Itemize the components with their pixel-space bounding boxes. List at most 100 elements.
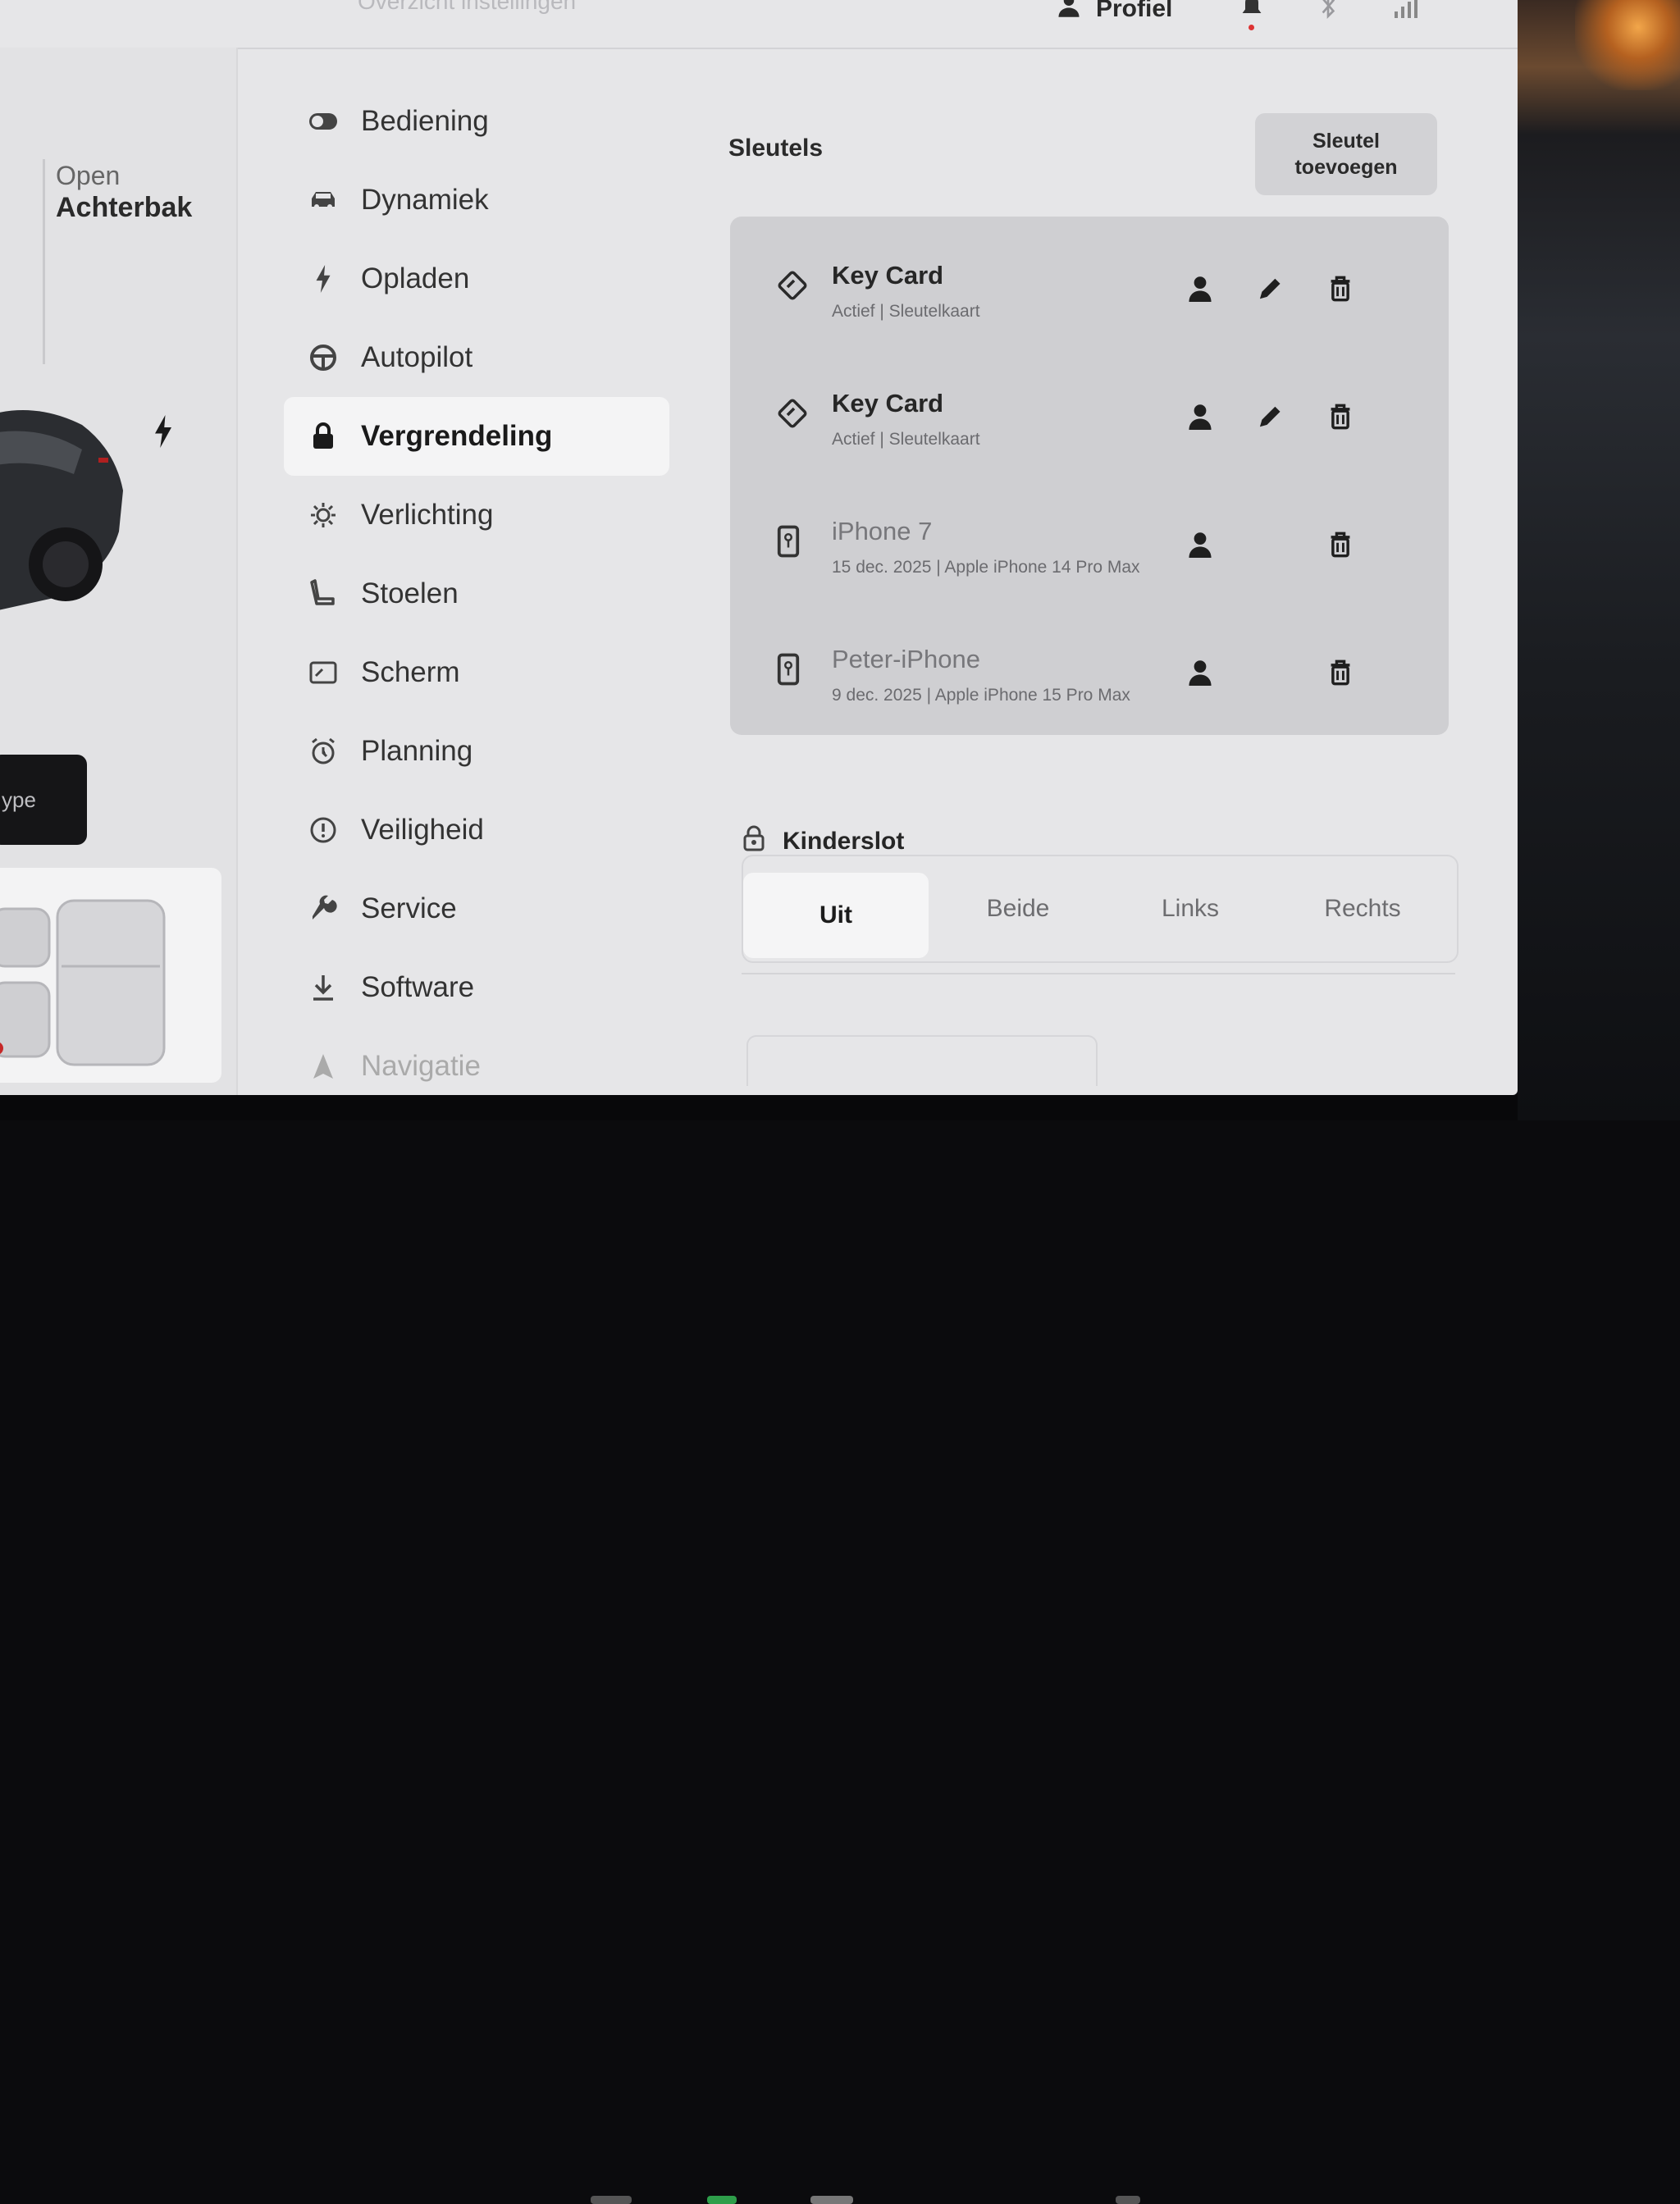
wrench-icon — [308, 894, 338, 924]
add-key-label-line1: Sleutel — [1312, 130, 1380, 153]
keycard-icon — [776, 397, 809, 434]
key-name: Peter-iPhone — [832, 645, 980, 673]
trash-icon[interactable] — [1329, 276, 1352, 306]
menu-label: Stoelen — [361, 577, 459, 609]
settings-menu: Bediening Dynamiek Opladen Autopilot Ver… — [284, 82, 669, 1095]
menu-item-opladen[interactable]: Opladen — [284, 240, 669, 318]
top-bar: Overzicht instellingen Profiel — [236, 0, 1518, 49]
trash-icon[interactable] — [1329, 532, 1352, 562]
divider — [43, 159, 45, 364]
light-glare — [1575, 0, 1680, 90]
key-row[interactable]: Key Card Actief | Sleutelkaart — [730, 217, 1449, 340]
alert-dot — [1249, 25, 1254, 30]
menu-label: Software — [361, 971, 475, 1003]
add-key-label-line2: toevoegen — [1294, 156, 1398, 179]
profile-button[interactable]: Profiel — [1057, 0, 1172, 25]
seat-icon — [308, 579, 338, 609]
profile-label: Profiel — [1096, 0, 1173, 22]
steering-wheel-icon — [308, 343, 338, 372]
background-scene — [1518, 0, 1680, 1120]
edit-pencil-icon[interactable] — [1257, 404, 1281, 434]
key-subtitle: 9 dec. 2025 | Apple iPhone 15 Pro Max — [832, 686, 1130, 705]
menu-label: Navigatie — [361, 1050, 481, 1082]
trash-icon[interactable] — [1329, 404, 1352, 434]
person-icon — [1057, 0, 1081, 25]
bolt-icon — [308, 264, 338, 294]
car-status-panel: Open Achterbak ype — [0, 48, 238, 1095]
add-key-button[interactable]: Sleutel toevoegen — [1255, 113, 1437, 195]
notification-bell-icon[interactable] — [1240, 0, 1263, 30]
alert-circle-icon — [308, 815, 338, 845]
trunk-label[interactable]: Achterbak — [56, 192, 192, 224]
trunk-open-label[interactable]: Open — [56, 161, 120, 191]
dock-item[interactable] — [591, 2196, 632, 2204]
navigation-icon — [308, 1052, 338, 1081]
trash-icon[interactable] — [1329, 659, 1352, 690]
child-lock-title: Kinderslot — [743, 825, 904, 858]
menu-label: Scherm — [361, 656, 460, 688]
dock-item[interactable] — [707, 2196, 737, 2204]
bluetooth-icon[interactable] — [1319, 0, 1337, 24]
dock-item[interactable] — [810, 2196, 853, 2204]
partial-control[interactable] — [746, 1035, 1098, 1086]
child-lock-option-beide[interactable]: Beide — [932, 856, 1104, 961]
download-icon — [308, 973, 338, 1002]
menu-item-stoelen[interactable]: Stoelen — [284, 554, 669, 633]
child-lock-icon — [743, 825, 765, 858]
menu-item-dynamiek[interactable]: Dynamiek — [284, 161, 669, 240]
menu-label: Bediening — [361, 105, 489, 137]
car-image — [0, 367, 131, 650]
menu-item-veiligheid[interactable]: Veiligheid — [284, 791, 669, 869]
keycard-icon — [776, 269, 809, 306]
menu-label: Dynamiek — [361, 184, 489, 216]
child-lock-segmented-control: Uit Beide Links Rechts — [742, 855, 1459, 963]
menu-item-verlichting[interactable]: Verlichting — [284, 476, 669, 554]
child-lock-label: Kinderslot — [783, 828, 905, 855]
menu-label: Autopilot — [361, 341, 473, 373]
key-row[interactable]: iPhone 7 15 dec. 2025 | Apple iPhone 14 … — [730, 472, 1449, 595]
section-divider — [742, 973, 1455, 974]
child-lock-option-rechts[interactable]: Rechts — [1276, 856, 1449, 961]
assign-driver-icon[interactable] — [1188, 276, 1212, 306]
menu-label: Opladen — [361, 262, 470, 294]
touchscreen: Overzicht instellingen Profiel Open Acht… — [0, 0, 1518, 1095]
menu-item-vergrendeling[interactable]: Vergrendeling — [284, 397, 669, 476]
type-button[interactable]: ype — [0, 755, 87, 845]
assign-driver-icon[interactable] — [1188, 532, 1212, 562]
assign-driver-icon[interactable] — [1188, 404, 1212, 434]
menu-label: Planning — [361, 735, 473, 767]
volume-icon[interactable] — [1116, 2196, 1140, 2204]
menu-item-planning[interactable]: Planning — [284, 712, 669, 791]
menu-item-navigatie[interactable]: Navigatie — [284, 1027, 669, 1095]
light-icon — [308, 500, 338, 530]
key-subtitle: 15 dec. 2025 | Apple iPhone 14 Pro Max — [832, 558, 1140, 577]
car-icon — [308, 185, 338, 215]
child-lock-option-links[interactable]: Links — [1104, 856, 1276, 961]
breadcrumb[interactable]: Overzicht instellingen — [358, 0, 576, 15]
menu-item-autopilot[interactable]: Autopilot — [284, 318, 669, 397]
child-lock-option-uit[interactable]: Uit — [743, 873, 929, 958]
key-row[interactable]: Key Card Actief | Sleutelkaart — [730, 345, 1449, 468]
assign-driver-icon[interactable] — [1188, 659, 1212, 690]
menu-label: Verlichting — [361, 499, 494, 531]
menu-item-bediening[interactable]: Bediening — [284, 82, 669, 161]
lock-icon — [308, 422, 338, 451]
menu-label: Vergrendeling — [361, 420, 553, 452]
charging-bolt-icon — [153, 415, 174, 452]
phone-key-icon — [776, 525, 801, 562]
alarm-clock-icon — [308, 737, 338, 766]
menu-item-software[interactable]: Software — [284, 948, 669, 1027]
menu-label: Service — [361, 892, 457, 924]
phone-key-icon — [776, 653, 801, 690]
key-row[interactable]: Peter-iPhone 9 dec. 2025 | Apple iPhone … — [730, 600, 1449, 723]
menu-item-service[interactable]: Service — [284, 869, 669, 948]
menu-item-scherm[interactable]: Scherm — [284, 633, 669, 712]
edit-pencil-icon[interactable] — [1257, 276, 1281, 306]
key-name: Key Card — [832, 261, 944, 290]
key-name: iPhone 7 — [832, 517, 933, 545]
keys-title: Sleutels — [728, 135, 824, 162]
seat-map[interactable] — [0, 868, 221, 1083]
screen-bezel — [0, 1095, 1518, 2204]
signal-strength-icon — [1393, 0, 1421, 24]
key-name: Key Card — [832, 389, 944, 418]
